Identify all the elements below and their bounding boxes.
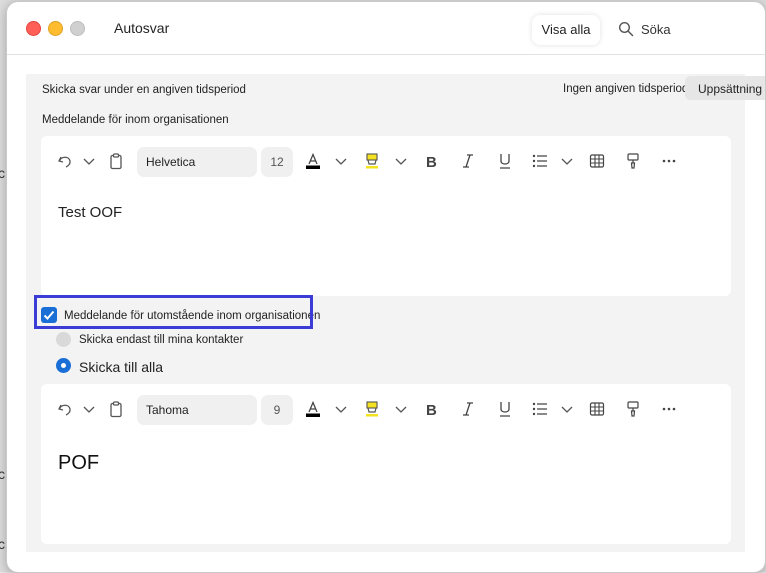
underline-icon[interactable] — [496, 400, 514, 418]
underline-icon[interactable] — [496, 152, 514, 170]
close-window-button[interactable] — [26, 21, 41, 36]
zoom-window-button[interactable] — [70, 21, 85, 36]
italic-icon[interactable] — [459, 152, 477, 170]
more-options-icon[interactable] — [660, 152, 678, 170]
title-bar: Autosvar Visa alla Söka — [7, 2, 765, 55]
svg-text:B: B — [426, 154, 437, 170]
setup-button[interactable]: Uppsättning — [685, 76, 765, 100]
radio-contacts-label: Skicka endast till mina kontakter — [79, 334, 244, 346]
search-input[interactable]: Söka — [641, 22, 671, 37]
undo-icon[interactable] — [56, 152, 74, 170]
italic-icon[interactable] — [459, 400, 477, 418]
send-period-label: Skicka svar under en angiven tidsperiod — [42, 84, 246, 96]
annotation-highlight-box — [34, 295, 313, 329]
font-size-select[interactable]: 12 — [261, 147, 293, 177]
formatting-toolbar: Helvetica 12 B — [41, 136, 731, 186]
font-family-select[interactable]: Helvetica — [137, 147, 257, 177]
font-family-select[interactable]: Tahoma — [137, 395, 257, 425]
format-painter-icon[interactable] — [624, 400, 642, 418]
external-message-body[interactable]: POF — [58, 452, 99, 475]
show-all-button[interactable]: Visa alla — [532, 15, 600, 45]
clipboard-icon[interactable] — [107, 152, 125, 170]
background-text: c — [0, 466, 5, 482]
highlighter-icon[interactable] — [363, 152, 381, 170]
bullet-list-icon[interactable] — [531, 400, 549, 418]
format-painter-icon[interactable] — [624, 152, 642, 170]
radio-send-to-all[interactable] — [56, 358, 71, 373]
bullet-list-icon[interactable] — [531, 152, 549, 170]
chevron-down-icon[interactable] — [80, 152, 98, 170]
chevron-down-icon[interactable] — [558, 152, 576, 170]
background-text: c — [0, 165, 5, 181]
radio-contacts-only[interactable] — [56, 332, 71, 347]
search-icon[interactable] — [618, 21, 634, 37]
svg-text:B: B — [426, 402, 437, 418]
period-value: Ingen angiven tidsperiod — [563, 83, 689, 95]
internal-message-editor[interactable]: Helvetica 12 B Test OOF — [41, 136, 731, 296]
internal-message-body[interactable]: Test OOF — [58, 204, 122, 221]
table-icon[interactable] — [588, 400, 606, 418]
chevron-down-icon[interactable] — [80, 400, 98, 418]
window-title: Autosvar — [114, 20, 170, 36]
internal-message-label: Meddelande för inom organisationen — [42, 114, 229, 126]
autoreply-window: Autosvar Visa alla Söka Skicka svar unde… — [6, 1, 766, 573]
bold-icon[interactable]: B — [423, 400, 441, 418]
radio-all-label: Skicka till alla — [79, 359, 164, 375]
highlighter-icon[interactable] — [363, 400, 381, 418]
text-color-icon[interactable] — [304, 400, 322, 418]
text-color-icon[interactable] — [304, 152, 322, 170]
clipboard-icon[interactable] — [107, 400, 125, 418]
chevron-down-icon[interactable] — [332, 152, 350, 170]
minimize-window-button[interactable] — [48, 21, 63, 36]
more-options-icon[interactable] — [660, 400, 678, 418]
chevron-down-icon[interactable] — [332, 400, 350, 418]
background-text: c — [0, 536, 5, 552]
bold-icon[interactable]: B — [423, 152, 441, 170]
table-icon[interactable] — [588, 152, 606, 170]
external-message-editor[interactable]: Tahoma 9 B POF — [41, 384, 731, 544]
undo-icon[interactable] — [56, 400, 74, 418]
chevron-down-icon[interactable] — [392, 152, 410, 170]
formatting-toolbar: Tahoma 9 B — [41, 384, 731, 434]
font-size-select[interactable]: 9 — [261, 395, 293, 425]
chevron-down-icon[interactable] — [558, 400, 576, 418]
chevron-down-icon[interactable] — [392, 400, 410, 418]
